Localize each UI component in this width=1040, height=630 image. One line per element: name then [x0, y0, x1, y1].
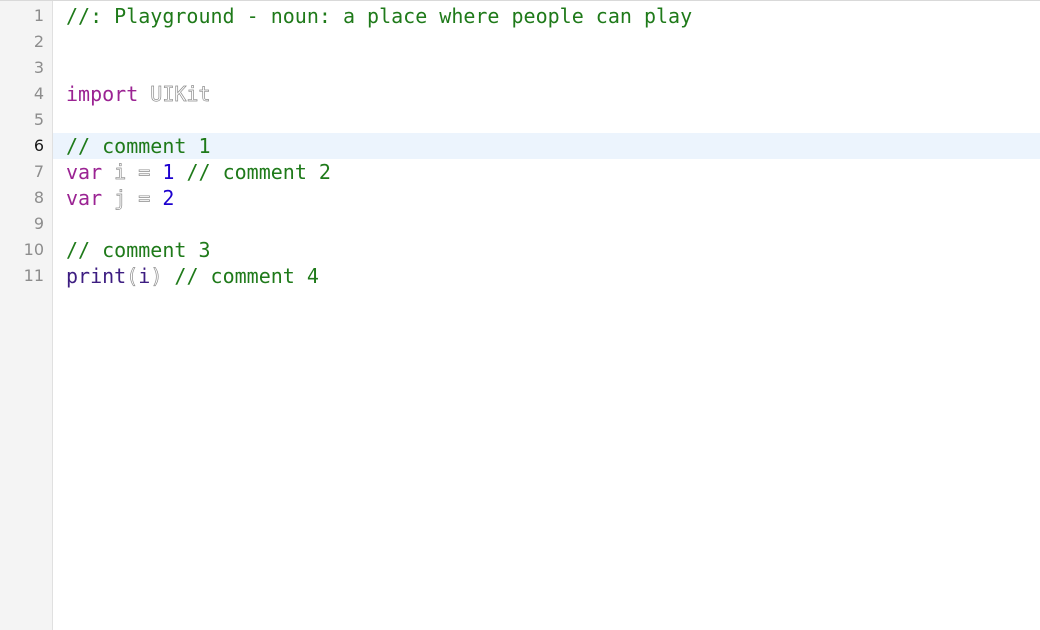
function-call-token: print [66, 264, 127, 288]
variable-name-token: j [114, 186, 127, 211]
comment-token: //: Playground - noun: a place where peo… [66, 4, 693, 28]
line-number: 3 [33, 58, 44, 77]
comment-token: // comment 4 [174, 264, 319, 288]
paren-close-token: ) [150, 264, 163, 289]
line-number: 10 [23, 240, 44, 259]
line-number: 7 [33, 162, 44, 181]
code-line[interactable]: import UIKit [53, 81, 1040, 107]
variable-name-token: i [114, 160, 127, 185]
code-line[interactable]: print(i) // comment 4 [53, 263, 1040, 289]
line-number-current: 6 [33, 136, 44, 155]
argument-token: i [138, 264, 151, 288]
code-editor[interactable]: 1 2 3 4 5 6 7 8 9 10 11 //: Playground -… [0, 0, 1040, 630]
keyword-token: var [66, 160, 103, 184]
keyword-token: var [66, 186, 103, 210]
code-line[interactable]: var i = 1 // comment 2 [53, 159, 1040, 185]
line-number: 5 [33, 110, 44, 129]
code-line-empty[interactable] [53, 55, 1040, 81]
comment-token: // comment 3 [66, 238, 211, 262]
code-line-empty[interactable] [53, 29, 1040, 55]
operator-token: = [138, 160, 151, 185]
operator-token: = [138, 186, 151, 211]
line-number: 8 [33, 188, 44, 207]
line-number: 2 [33, 32, 44, 51]
code-line-empty[interactable] [53, 107, 1040, 133]
line-number: 11 [23, 266, 44, 285]
line-number: 9 [33, 214, 44, 233]
code-line-current[interactable]: // comment 1 [53, 133, 1040, 159]
code-line[interactable]: var j = 2 [53, 185, 1040, 211]
line-number-gutter: 1 2 3 4 5 6 7 8 9 10 11 [0, 1, 53, 630]
number-literal-token: 1 [162, 160, 175, 184]
keyword-token: import [66, 82, 139, 106]
line-number: 1 [33, 6, 44, 25]
code-line[interactable]: // comment 3 [53, 237, 1040, 263]
paren-open-token: ( [126, 264, 139, 289]
module-name-token: UIKit [150, 82, 211, 107]
comment-token: // comment 1 [66, 134, 211, 158]
code-area[interactable]: //: Playground - noun: a place where peo… [53, 1, 1040, 630]
line-number: 4 [33, 84, 44, 103]
comment-token: // comment 2 [186, 160, 331, 184]
number-literal-token: 2 [162, 186, 175, 210]
code-line-empty[interactable] [53, 211, 1040, 237]
code-line[interactable]: //: Playground - noun: a place where peo… [53, 3, 1040, 29]
